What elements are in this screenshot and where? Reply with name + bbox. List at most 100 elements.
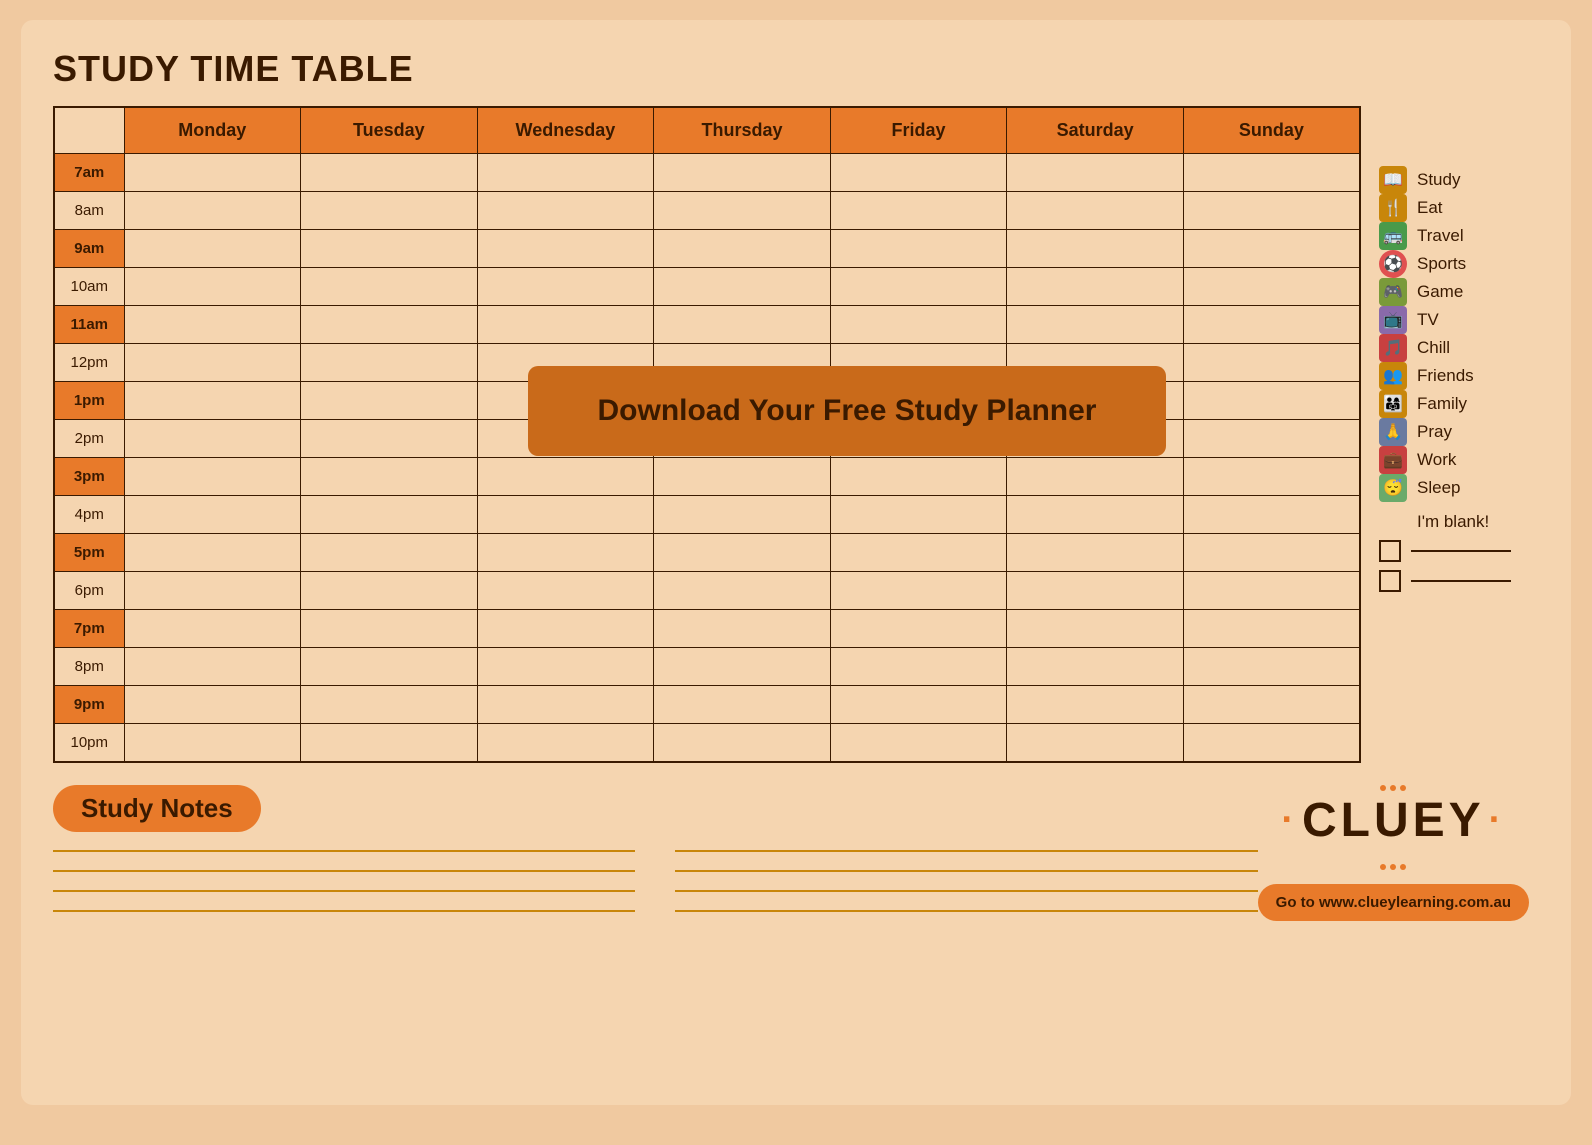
- data-cell[interactable]: [654, 686, 831, 724]
- data-cell[interactable]: [124, 572, 301, 610]
- data-cell[interactable]: [1183, 268, 1360, 306]
- data-cell[interactable]: [830, 724, 1007, 762]
- data-cell[interactable]: [124, 344, 301, 382]
- data-cell[interactable]: [301, 192, 478, 230]
- data-cell[interactable]: [1183, 382, 1360, 420]
- data-cell[interactable]: [301, 724, 478, 762]
- data-cell[interactable]: [1183, 648, 1360, 686]
- data-cell[interactable]: [1183, 572, 1360, 610]
- data-cell[interactable]: [477, 496, 654, 534]
- data-cell[interactable]: [654, 724, 831, 762]
- data-cell[interactable]: [830, 192, 1007, 230]
- data-cell[interactable]: [301, 382, 478, 420]
- data-cell[interactable]: [654, 496, 831, 534]
- data-cell[interactable]: [654, 534, 831, 572]
- data-cell[interactable]: [124, 610, 301, 648]
- data-cell[interactable]: [654, 610, 831, 648]
- legend-checkbox-2[interactable]: [1379, 570, 1401, 592]
- data-cell[interactable]: [1007, 572, 1184, 610]
- data-cell[interactable]: [1007, 496, 1184, 534]
- data-cell[interactable]: [124, 420, 301, 458]
- data-cell[interactable]: [124, 230, 301, 268]
- data-cell[interactable]: [830, 458, 1007, 496]
- data-cell[interactable]: [1007, 534, 1184, 572]
- data-cell[interactable]: [301, 306, 478, 344]
- data-cell[interactable]: [654, 268, 831, 306]
- data-cell[interactable]: [124, 496, 301, 534]
- data-cell[interactable]: [301, 154, 478, 192]
- data-cell[interactable]: [124, 268, 301, 306]
- data-cell[interactable]: [654, 572, 831, 610]
- data-cell[interactable]: [1183, 420, 1360, 458]
- data-cell[interactable]: [1183, 230, 1360, 268]
- data-cell[interactable]: [1007, 724, 1184, 762]
- data-cell[interactable]: [477, 724, 654, 762]
- data-cell[interactable]: [1007, 686, 1184, 724]
- data-cell[interactable]: [301, 230, 478, 268]
- data-cell[interactable]: [477, 230, 654, 268]
- data-cell[interactable]: [124, 382, 301, 420]
- data-cell[interactable]: [124, 192, 301, 230]
- data-cell[interactable]: [830, 306, 1007, 344]
- data-cell[interactable]: [477, 686, 654, 724]
- cluey-website-button[interactable]: Go to www.clueylearning.com.au: [1258, 884, 1529, 921]
- data-cell[interactable]: [1183, 192, 1360, 230]
- data-cell[interactable]: [830, 154, 1007, 192]
- data-cell[interactable]: [301, 458, 478, 496]
- data-cell[interactable]: [654, 230, 831, 268]
- data-cell[interactable]: [301, 344, 478, 382]
- legend-checkbox-1[interactable]: [1379, 540, 1401, 562]
- data-cell[interactable]: [124, 534, 301, 572]
- data-cell[interactable]: [124, 154, 301, 192]
- data-cell[interactable]: [477, 306, 654, 344]
- data-cell[interactable]: [1007, 610, 1184, 648]
- data-cell[interactable]: [830, 534, 1007, 572]
- data-cell[interactable]: [654, 306, 831, 344]
- data-cell[interactable]: [124, 306, 301, 344]
- data-cell[interactable]: [1007, 458, 1184, 496]
- data-cell[interactable]: [1183, 496, 1360, 534]
- data-cell[interactable]: [301, 496, 478, 534]
- data-cell[interactable]: [477, 458, 654, 496]
- data-cell[interactable]: [477, 648, 654, 686]
- data-cell[interactable]: [477, 572, 654, 610]
- data-cell[interactable]: [830, 572, 1007, 610]
- data-cell[interactable]: [301, 572, 478, 610]
- data-cell[interactable]: [1183, 724, 1360, 762]
- data-cell[interactable]: [1007, 268, 1184, 306]
- data-cell[interactable]: [1007, 154, 1184, 192]
- data-cell[interactable]: [477, 192, 654, 230]
- data-cell[interactable]: [1183, 458, 1360, 496]
- data-cell[interactable]: [830, 686, 1007, 724]
- data-cell[interactable]: [1183, 610, 1360, 648]
- data-cell[interactable]: [477, 610, 654, 648]
- data-cell[interactable]: [1183, 534, 1360, 572]
- download-button[interactable]: Download Your Free Study Planner: [528, 366, 1167, 456]
- data-cell[interactable]: [1007, 306, 1184, 344]
- data-cell[interactable]: [830, 648, 1007, 686]
- data-cell[interactable]: [830, 610, 1007, 648]
- data-cell[interactable]: [301, 686, 478, 724]
- data-cell[interactable]: [124, 458, 301, 496]
- data-cell[interactable]: [301, 420, 478, 458]
- data-cell[interactable]: [124, 724, 301, 762]
- data-cell[interactable]: [1183, 344, 1360, 382]
- data-cell[interactable]: [1183, 154, 1360, 192]
- data-cell[interactable]: [301, 648, 478, 686]
- data-cell[interactable]: [1007, 192, 1184, 230]
- data-cell[interactable]: [654, 192, 831, 230]
- data-cell[interactable]: [654, 648, 831, 686]
- data-cell[interactable]: [301, 610, 478, 648]
- data-cell[interactable]: [301, 268, 478, 306]
- data-cell[interactable]: [1007, 648, 1184, 686]
- data-cell[interactable]: [477, 268, 654, 306]
- data-cell[interactable]: [654, 458, 831, 496]
- data-cell[interactable]: [1007, 230, 1184, 268]
- data-cell[interactable]: [1183, 306, 1360, 344]
- data-cell[interactable]: [124, 648, 301, 686]
- data-cell[interactable]: [830, 230, 1007, 268]
- data-cell[interactable]: [477, 154, 654, 192]
- data-cell[interactable]: [301, 534, 478, 572]
- data-cell[interactable]: [1183, 686, 1360, 724]
- data-cell[interactable]: [654, 154, 831, 192]
